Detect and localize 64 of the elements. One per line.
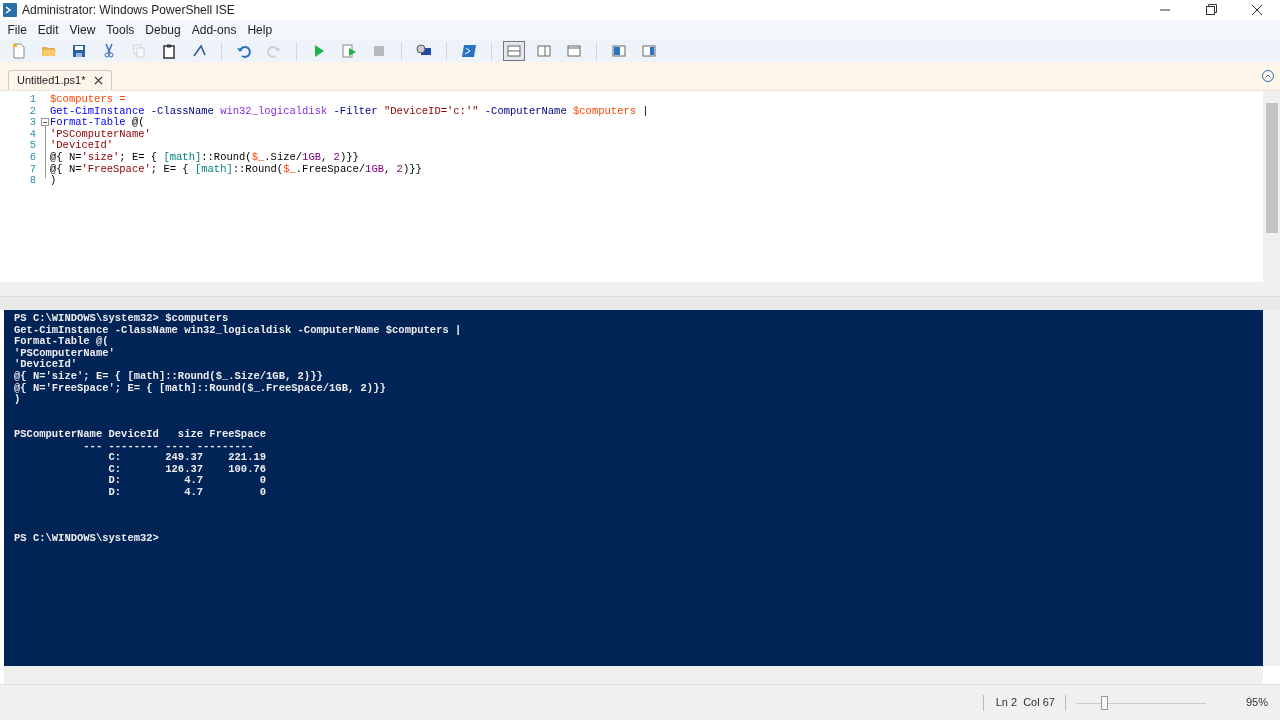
undo-icon[interactable] bbox=[236, 43, 252, 59]
line-number: 5 bbox=[28, 140, 36, 152]
console-line: C: 126.37 100.76 bbox=[107, 463, 267, 476]
code-line: ) bbox=[50, 175, 57, 187]
console-line: Format-Table @( bbox=[14, 336, 109, 348]
menu-item[interactable]: Edit bbox=[32, 21, 65, 39]
menu-item[interactable]: Help bbox=[241, 21, 278, 39]
collapse-icon[interactable] bbox=[1262, 70, 1274, 82]
console-line: C: 249.37 221.19 bbox=[107, 452, 267, 464]
code-line: 'PSComputerName' bbox=[50, 128, 151, 140]
powershell-icon[interactable] bbox=[461, 43, 477, 59]
console-line: PS C:\WINDOWS\system32> $computers bbox=[14, 313, 229, 325]
code-line: $computers = bbox=[50, 94, 126, 106]
line-number: 6 bbox=[28, 151, 36, 164]
line-number: 3 bbox=[28, 117, 36, 129]
sidebar-icon[interactable] bbox=[641, 43, 657, 59]
code-line: @{ N='size'; E= { [math]::Round($_.Size/1GB, 2)}} bbox=[50, 151, 359, 164]
console-line: ) bbox=[14, 394, 21, 406]
line-number: 8 bbox=[28, 175, 36, 187]
zoom-slider[interactable] bbox=[1075, 695, 1206, 710]
console-line: 'DeviceId' bbox=[14, 359, 77, 371]
menu-item[interactable]: Tools bbox=[100, 21, 140, 39]
console-line: @{ N='FreeSpace'; E= { [math]::Round($_.FreeSpace/1GB, 2)}} bbox=[14, 382, 386, 394]
window-title: Administrator: Windows PowerShell ISE bbox=[22, 2, 235, 19]
console-line: Get-CimInstance -ClassName win32_logicaldisk -ComputerName $computers | bbox=[14, 324, 462, 336]
console-line: --- -------- ---- --------- bbox=[82, 440, 254, 453]
app-icon bbox=[3, 3, 17, 17]
console-line: PS C:\WINDOWS\system32> bbox=[14, 533, 159, 545]
save-icon[interactable] bbox=[71, 43, 87, 59]
menu-item[interactable]: Debug bbox=[139, 21, 187, 39]
cursor-position: Ln 2 Col 67 bbox=[995, 695, 1055, 711]
console-line: @{ N='size'; E= { [math]::Round($_.Size/1GB, 2)}} bbox=[14, 370, 323, 383]
horizontal-scrollbar[interactable] bbox=[4, 666, 1263, 684]
line-number: 2 bbox=[28, 105, 36, 118]
line-number: 4 bbox=[28, 128, 36, 141]
console-line: D: 4.7 0 bbox=[107, 486, 267, 499]
menu-item[interactable]: File bbox=[2, 21, 33, 39]
layout-max-icon[interactable] bbox=[566, 43, 582, 59]
line-number: 1 bbox=[28, 94, 36, 106]
zoom-level: 95% bbox=[1245, 695, 1268, 711]
run-selection-icon[interactable] bbox=[341, 43, 357, 59]
code-line: 'DeviceId' bbox=[50, 140, 113, 152]
slider-thumb[interactable] bbox=[1100, 695, 1108, 710]
new-file-icon[interactable] bbox=[11, 43, 27, 59]
scissors-icon[interactable] bbox=[101, 43, 117, 59]
scrollbar-thumb[interactable] bbox=[1265, 103, 1278, 233]
close-icon[interactable] bbox=[93, 76, 103, 85]
code-line: Format-Table @( bbox=[50, 117, 145, 129]
layout-right-icon[interactable] bbox=[536, 43, 552, 59]
addon-icon[interactable] bbox=[611, 43, 627, 59]
code-line: @{ N='FreeSpace'; E= { [math]::Round($_.FreeSpace/1GB, 2)}} bbox=[50, 163, 422, 175]
menu-item[interactable]: View bbox=[64, 21, 101, 39]
clipboard-icon[interactable] bbox=[161, 43, 177, 59]
line-number: 7 bbox=[28, 163, 36, 176]
console-line: 'PSComputerName' bbox=[14, 347, 115, 359]
vertical-scrollbar[interactable] bbox=[1263, 310, 1280, 666]
file-tab[interactable]: Untitled1.ps1* bbox=[8, 70, 112, 90]
menu-item[interactable]: Add-ons bbox=[186, 21, 242, 39]
code-line: Get-CimInstance -ClassName win32_logicaldisk -Filter "DeviceID='c:'" -ComputerName $computers | bbox=[50, 105, 649, 117]
horizontal-scrollbar[interactable] bbox=[0, 282, 1263, 296]
console-line: PSComputerName DeviceId size FreeSpace bbox=[14, 428, 267, 441]
collapse-toggle[interactable] bbox=[41, 118, 49, 126]
console-line: D: 4.7 0 bbox=[107, 475, 267, 487]
vertical-scrollbar[interactable] bbox=[1263, 91, 1280, 296]
